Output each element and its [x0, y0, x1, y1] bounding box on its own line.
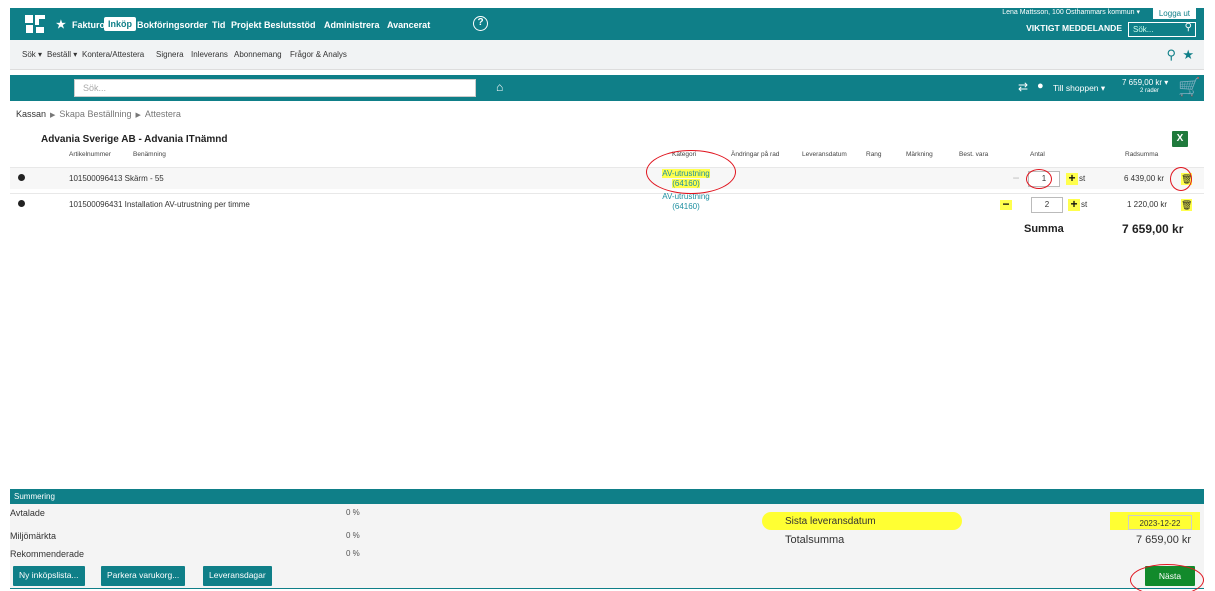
unit-label: st: [1081, 200, 1088, 209]
unit-label: st: [1079, 174, 1086, 183]
increase-qty-button[interactable]: +: [1068, 198, 1080, 211]
summary-label: Miljömärkta: [10, 531, 57, 541]
last-delivery-label: Sista leveransdatum: [785, 516, 876, 527]
decrease-qty-button[interactable]: −: [1000, 198, 1012, 210]
favorites-star-icon[interactable]: ★: [56, 18, 66, 31]
nav-beslutsstod[interactable]: Beslutsstöd: [264, 20, 316, 30]
summary-label: Avtalade: [10, 508, 45, 518]
breadcrumb-attestera: Attestera: [144, 109, 181, 119]
main-header: ★ Fakturor Inköp Bokföringsorder Tid Pro…: [10, 8, 1204, 40]
search-icon[interactable]: ⚲: [1185, 22, 1192, 33]
category-link[interactable]: AV-utrustning (64160): [656, 192, 716, 212]
subnav-fragor-analys[interactable]: Frågor & Analys: [290, 50, 347, 59]
summary-percent: 0 %: [346, 508, 360, 517]
table-row: 101500096413 Skärm - 55 AV-utrustning (6…: [10, 167, 1204, 189]
annotation-circle: [1130, 564, 1204, 591]
to-shop-link[interactable]: Till shoppen ▾: [1053, 83, 1105, 94]
park-cart-button[interactable]: Parkera varukorg...: [101, 566, 186, 586]
nav-tid[interactable]: Tid: [212, 20, 225, 30]
summary-label: Rekommenderade: [10, 549, 85, 559]
subnav-kontera-attestera[interactable]: Kontera/Attestera: [82, 50, 144, 59]
summa-value: 7 659,00 kr: [1122, 222, 1184, 236]
nav-administrera[interactable]: Administrera: [324, 20, 380, 30]
clipped-caption: [0, 0, 1215, 8]
breadcrumb-skapa[interactable]: Skapa Beställning: [59, 109, 131, 119]
help-icon[interactable]: ?: [473, 16, 488, 31]
star-icon[interactable]: ★: [1182, 47, 1194, 63]
col-best-vara: Best. vara: [959, 151, 989, 158]
breadcrumb: Kassan ▶ Skapa Beställning ▶ Attestera: [16, 109, 181, 119]
annotation-circle: [1026, 169, 1052, 189]
col-rang: Rang: [866, 151, 882, 158]
summary-percent: 0 %: [346, 549, 360, 558]
person-icon[interactable]: ●: [1037, 80, 1044, 92]
category-code[interactable]: (64160): [672, 202, 700, 211]
summary-percent: 0 %: [346, 531, 360, 540]
summary-panel: Avtalade 0 % Miljömärkta 0 % Rekommender…: [10, 504, 1204, 589]
logo-icon: [25, 15, 45, 33]
increase-qty-button[interactable]: +: [1066, 172, 1078, 185]
row-sum: 6 439,00 kr: [1124, 174, 1165, 183]
subnav-sok[interactable]: Sök ▾: [22, 50, 42, 59]
article-name: 101500096413 Skärm - 55: [69, 174, 164, 183]
nav-projekt[interactable]: Projekt: [231, 20, 262, 30]
logout-button[interactable]: Logga ut: [1152, 8, 1196, 19]
decrease-qty-button[interactable]: −: [1010, 172, 1022, 184]
col-markning: Märkning: [906, 151, 933, 158]
new-purchase-list-button[interactable]: Ny inköpslista...: [13, 566, 85, 586]
col-leveransdatum: Leveransdatum: [802, 151, 847, 158]
nav-avancerat[interactable]: Avancerat: [387, 20, 430, 30]
col-antal: Antal: [1030, 151, 1045, 158]
col-radsumma: Radsumma: [1125, 151, 1159, 158]
delivery-days-button[interactable]: Leveransdagar: [203, 566, 272, 586]
subnav-inleverans[interactable]: Inleverans: [191, 50, 228, 59]
home-icon[interactable]: ⌂: [496, 80, 503, 94]
quantity-input[interactable]: 2: [1031, 197, 1063, 213]
summary-header: Summering: [10, 489, 1204, 504]
summa-label: Summa: [1024, 223, 1064, 235]
important-message-link[interactable]: VIKTIGT MEDDELANDE: [1026, 23, 1122, 33]
excel-export-icon[interactable]: X: [1172, 131, 1188, 147]
breadcrumb-kassan[interactable]: Kassan: [16, 109, 46, 119]
total-value: 7 659,00 kr: [1136, 534, 1192, 546]
user-info[interactable]: Lena Mattsson, 100 Östhammars kommun ▾: [1002, 8, 1140, 16]
nav-bokforingsorder[interactable]: Bokföringsorder: [137, 20, 208, 30]
cart-rows: 2 rader: [1140, 88, 1160, 94]
row-sum: 1 220,00 kr: [1127, 200, 1168, 209]
expand-row-icon[interactable]: [18, 200, 25, 207]
nav-inkop[interactable]: Inköp: [104, 17, 136, 31]
table-row: 101500096431 Installation AV-utrustning …: [10, 192, 1204, 215]
annotation-circle: [646, 150, 736, 194]
col-artnr: Artikelnummer: [69, 151, 111, 158]
cart-icon[interactable]: 🛒: [1178, 77, 1200, 98]
transfer-icon[interactable]: ⇄: [1018, 80, 1028, 94]
breadcrumb-separator-icon: ▶: [50, 112, 56, 119]
subnav-signera[interactable]: Signera: [156, 50, 184, 59]
last-delivery-date-input[interactable]: 2023-12-22: [1128, 515, 1192, 530]
supplier-title: Advania Sverige AB - Advania ITnämnd: [41, 134, 228, 145]
col-andringar: Ändringar på rad: [731, 151, 780, 158]
expand-row-icon[interactable]: [18, 174, 25, 181]
article-name: 101500096431 Installation AV-utrustning …: [69, 200, 250, 209]
product-search-input[interactable]: Sök...: [74, 79, 476, 97]
subnav-abonnemang[interactable]: Abonnemang: [234, 50, 282, 59]
search-bar: Sök... ⌂ ⇄ ● Till shoppen ▾ 7 659,00 kr …: [10, 75, 1204, 101]
col-benamning: Benämning: [133, 151, 166, 158]
delete-row-icon[interactable]: 🗑: [1181, 199, 1192, 211]
pin-icon[interactable]: ⚲: [1166, 47, 1176, 63]
sub-navigation: Sök ▾ Beställ ▾ Kontera/Attestera Signer…: [10, 40, 1204, 70]
total-label: Totalsumma: [785, 534, 845, 546]
subnav-bestall[interactable]: Beställ ▾: [47, 50, 77, 59]
cart-total[interactable]: 7 659,00 kr ▾: [1122, 78, 1168, 87]
annotation-circle: [1170, 167, 1192, 191]
breadcrumb-separator-icon: ▶: [135, 112, 141, 119]
